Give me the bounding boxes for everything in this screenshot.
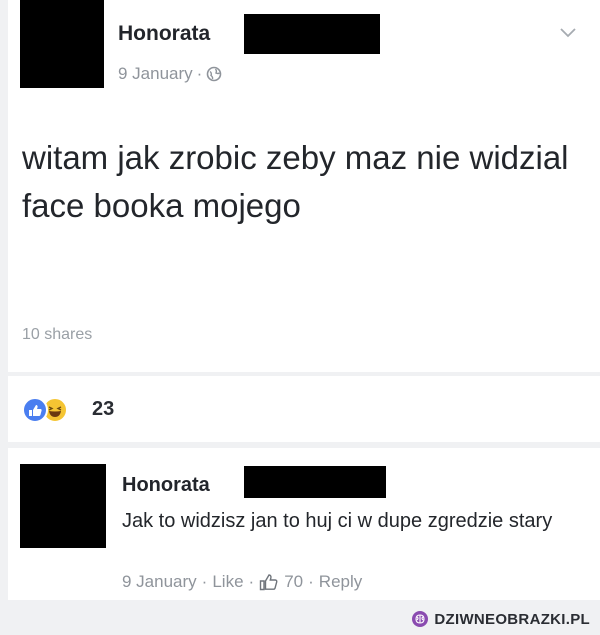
- post-card: Honorata 9 January · witam jak zrobic ze…: [8, 0, 600, 372]
- watermark: DZIWNEOBRAZKI.PL: [411, 610, 590, 628]
- thumbs-up-icon: [260, 574, 278, 591]
- comment-author-name[interactable]: Honorata: [122, 474, 210, 497]
- reply-link[interactable]: Reply: [319, 572, 362, 592]
- like-reaction-icon: [22, 397, 48, 423]
- post-meta: 9 January ·: [118, 64, 222, 84]
- reactions-bar[interactable]: 23: [8, 376, 600, 442]
- comment-like-count[interactable]: 70: [284, 572, 303, 592]
- author-surname-redacted: [244, 14, 380, 54]
- like-link[interactable]: Like: [212, 572, 243, 592]
- meta-separator: ·: [248, 572, 255, 591]
- reaction-icons[interactable]: [22, 397, 68, 423]
- brain-logo-icon: [412, 611, 429, 627]
- chevron-down-icon[interactable]: [558, 26, 578, 40]
- comment-avatar-redacted[interactable]: [20, 464, 106, 548]
- meta-separator: ·: [308, 572, 314, 591]
- comment-meta: 9 January · Like · 70 · Reply: [122, 572, 362, 592]
- comment-card: Honorata Jak to widzisz jan to huj ci w …: [8, 448, 600, 600]
- comment-text: Jak to widzisz jan to huj ci w dupe zgre…: [122, 510, 553, 532]
- reaction-count[interactable]: 23: [92, 398, 114, 421]
- comment-date[interactable]: 9 January: [122, 572, 197, 592]
- meta-separator: ·: [196, 64, 203, 83]
- post-body-text: witam jak zrobic zeby maz nie widzial fa…: [22, 139, 569, 224]
- watermark-text: DZIWNEOBRAZKI.PL: [434, 610, 590, 628]
- globe-icon: [207, 66, 222, 82]
- watermark-bar: DZIWNEOBRAZKI.PL: [0, 604, 600, 635]
- post-date[interactable]: 9 January: [118, 64, 193, 84]
- comment-surname-redacted: [244, 466, 386, 498]
- post-shares-count[interactable]: 10 shares: [22, 326, 92, 344]
- author-avatar-redacted[interactable]: [20, 0, 104, 88]
- post-author-name[interactable]: Honorata: [118, 22, 210, 46]
- meta-separator: ·: [201, 572, 208, 591]
